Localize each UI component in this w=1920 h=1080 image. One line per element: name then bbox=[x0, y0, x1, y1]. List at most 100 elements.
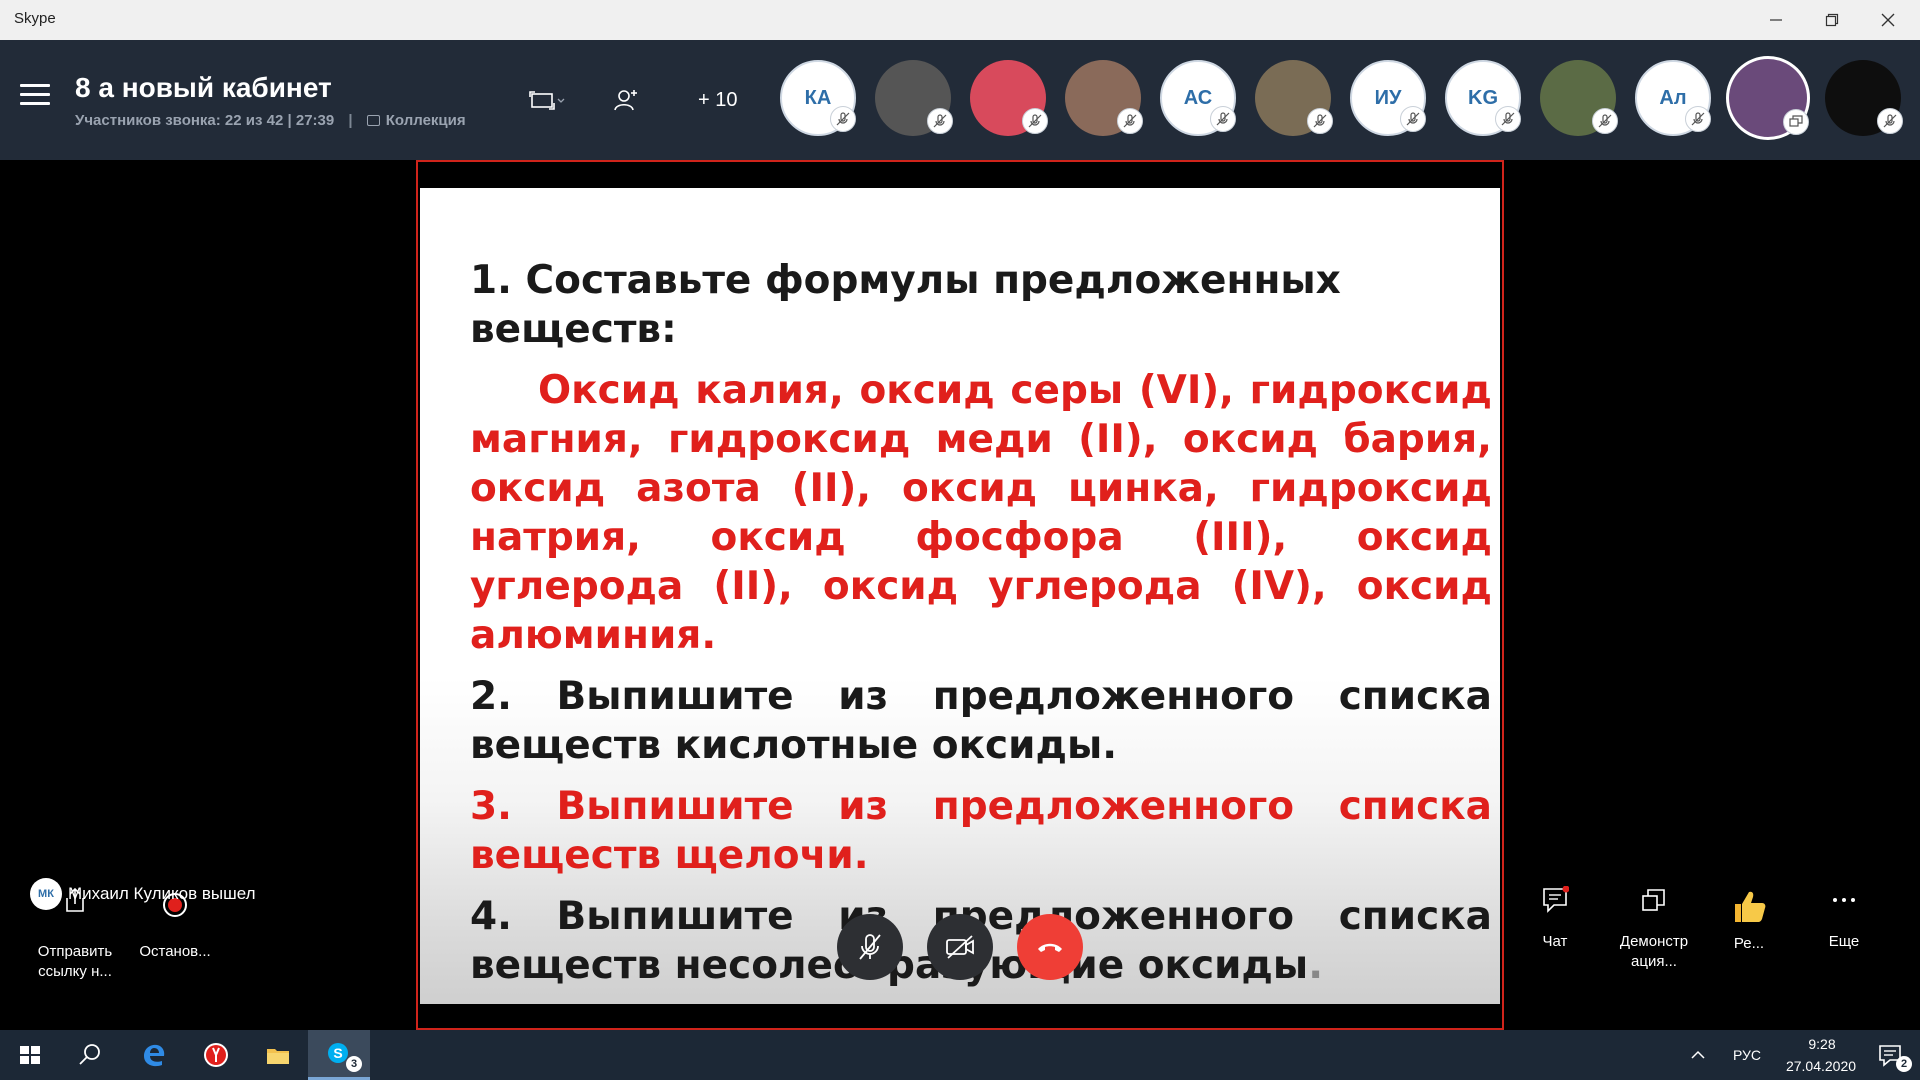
menu-button[interactable] bbox=[20, 84, 50, 106]
fullscreen-button[interactable] bbox=[528, 82, 566, 118]
participant-avatar-active[interactable] bbox=[1726, 56, 1810, 140]
share-screen-button[interactable]: Демонстр ация... bbox=[1610, 886, 1698, 972]
action-center-button[interactable]: 2 bbox=[1860, 1030, 1920, 1080]
muted-badge bbox=[1592, 108, 1618, 134]
participant-avatar[interactable]: АС bbox=[1160, 60, 1236, 136]
share-screen-icon bbox=[1642, 889, 1665, 911]
chat-button[interactable]: Чат bbox=[1530, 885, 1580, 952]
video-toggle-button[interactable] bbox=[927, 914, 993, 980]
skype-taskbar-button[interactable]: S 3 bbox=[308, 1030, 370, 1080]
slide-content: 1. Составьте формулы предложенных вещест… bbox=[470, 256, 1492, 1002]
search-button[interactable] bbox=[60, 1030, 120, 1080]
skype-window: Skype 8 а новый кабинет Участников звонк… bbox=[0, 0, 1920, 1080]
task-2: 2. Выпишите из предложенного списка веще… bbox=[470, 674, 1492, 768]
mic-off-icon bbox=[1028, 114, 1042, 128]
restore-button[interactable] bbox=[1804, 0, 1860, 40]
mic-off-icon bbox=[1123, 114, 1137, 128]
participant-avatar[interactable]: KG bbox=[1445, 60, 1521, 136]
show-hidden-icons-button[interactable] bbox=[1680, 1030, 1716, 1080]
chevron-down-icon bbox=[557, 98, 565, 103]
clock-date[interactable]: 27.04.2020 bbox=[1776, 1058, 1866, 1074]
task-1-substances: Оксид калия, оксид серы (VI), гидроксид … bbox=[470, 368, 1492, 658]
minimize-button[interactable] bbox=[1748, 0, 1804, 40]
participant-avatar[interactable] bbox=[1255, 60, 1333, 136]
mic-off-icon bbox=[1598, 114, 1612, 128]
more-icon bbox=[1833, 898, 1855, 902]
file-explorer-button[interactable] bbox=[248, 1030, 308, 1080]
add-person-icon bbox=[614, 90, 637, 111]
chat-icon bbox=[1543, 885, 1570, 913]
chevron-up-icon bbox=[1691, 1050, 1705, 1059]
participants-count: Участников звонка: 22 из 42 bbox=[75, 112, 284, 129]
share-screen-label: Демонстр ация... bbox=[1619, 933, 1689, 970]
muted-badge bbox=[1117, 108, 1143, 134]
edge-button[interactable] bbox=[124, 1030, 184, 1080]
stop-recording-button[interactable]: Останов... bbox=[130, 942, 220, 962]
restore-icon bbox=[1825, 13, 1839, 27]
presentation-slide: 1. Составьте формулы предложенных вещест… bbox=[420, 188, 1500, 1004]
yandex-browser-button[interactable] bbox=[186, 1030, 246, 1080]
task-3: 3. Выпишите из предложенного списка веще… bbox=[470, 784, 1492, 878]
participant-avatar[interactable] bbox=[970, 60, 1048, 136]
start-button[interactable] bbox=[0, 1030, 60, 1080]
participant-avatar[interactable] bbox=[1065, 60, 1143, 136]
more-button[interactable]: Еще bbox=[1816, 886, 1872, 952]
gallery-link[interactable]: Коллекция bbox=[366, 112, 466, 129]
mic-off-icon bbox=[859, 934, 881, 960]
more-participants-button[interactable]: + 10 bbox=[694, 82, 737, 118]
search-icon bbox=[79, 1044, 100, 1065]
muted-badge bbox=[1877, 108, 1903, 134]
react-button[interactable]: Ре... bbox=[1726, 886, 1772, 954]
skype-badge: 3 bbox=[346, 1056, 362, 1072]
mic-off-icon bbox=[1883, 114, 1897, 128]
mute-button[interactable] bbox=[837, 914, 903, 980]
more-label: Еще bbox=[1828, 933, 1860, 950]
notification-text: Михаил Куликов вышел bbox=[68, 884, 256, 903]
clock-time[interactable]: 9:28 bbox=[1797, 1036, 1847, 1052]
call-title: 8 а новый кабинет bbox=[75, 72, 332, 103]
muted-badge bbox=[1400, 106, 1426, 132]
close-button[interactable] bbox=[1860, 0, 1916, 40]
windows-icon bbox=[20, 1046, 40, 1064]
mic-off-icon bbox=[1313, 114, 1327, 128]
task-1-title: 1. Составьте формулы предложенных вещест… bbox=[470, 258, 1341, 352]
muted-badge bbox=[1495, 106, 1521, 132]
shared-screen: 1. Составьте формулы предложенных вещест… bbox=[416, 160, 1504, 1030]
mic-off-icon bbox=[1406, 112, 1420, 126]
participant-avatar[interactable] bbox=[875, 60, 953, 136]
participant-avatar[interactable]: ИУ bbox=[1350, 60, 1426, 136]
muted-badge bbox=[830, 106, 856, 132]
more-participants-count: + 10 bbox=[698, 88, 738, 111]
edge-icon bbox=[144, 1044, 165, 1067]
windows-taskbar: S 3 РУС 9:28 27.04.2020 2 bbox=[0, 1030, 1920, 1080]
svg-text:S: S bbox=[333, 1045, 342, 1061]
folder-icon bbox=[267, 1049, 289, 1064]
gallery-icon bbox=[366, 115, 380, 126]
minimize-icon bbox=[1770, 19, 1782, 21]
screen-share-badge bbox=[1783, 109, 1809, 135]
react-label: Ре... bbox=[1733, 935, 1765, 952]
participant-avatar[interactable] bbox=[1825, 60, 1903, 136]
window-title: Skype bbox=[14, 10, 56, 27]
chat-label: Чат bbox=[1542, 933, 1568, 950]
close-icon bbox=[1881, 13, 1895, 27]
mic-off-icon bbox=[1691, 112, 1705, 126]
participant-avatar[interactable] bbox=[1540, 60, 1618, 136]
thumbs-up-icon bbox=[1735, 891, 1766, 922]
notification-avatar: МК bbox=[30, 878, 62, 910]
call-subtitle: Участников звонка: 22 из 42 | 27:39 | Ко… bbox=[75, 112, 466, 129]
participant-avatar[interactable]: Ал bbox=[1635, 60, 1711, 136]
add-participant-button[interactable] bbox=[612, 82, 640, 118]
fullscreen-icon bbox=[529, 91, 555, 110]
share-link-button[interactable]: Отправить ссылку н... bbox=[30, 942, 120, 982]
muted-badge bbox=[1022, 108, 1048, 134]
hamburger-icon bbox=[20, 84, 50, 87]
hang-up-icon bbox=[1038, 943, 1062, 952]
input-language[interactable]: РУС bbox=[1733, 1047, 1761, 1063]
participant-avatar[interactable]: КА bbox=[780, 60, 856, 136]
end-call-button[interactable] bbox=[1017, 914, 1083, 980]
muted-badge bbox=[1685, 106, 1711, 132]
muted-badge bbox=[927, 108, 953, 134]
notification-count: 2 bbox=[1896, 1056, 1912, 1072]
video-off-icon bbox=[946, 935, 974, 959]
